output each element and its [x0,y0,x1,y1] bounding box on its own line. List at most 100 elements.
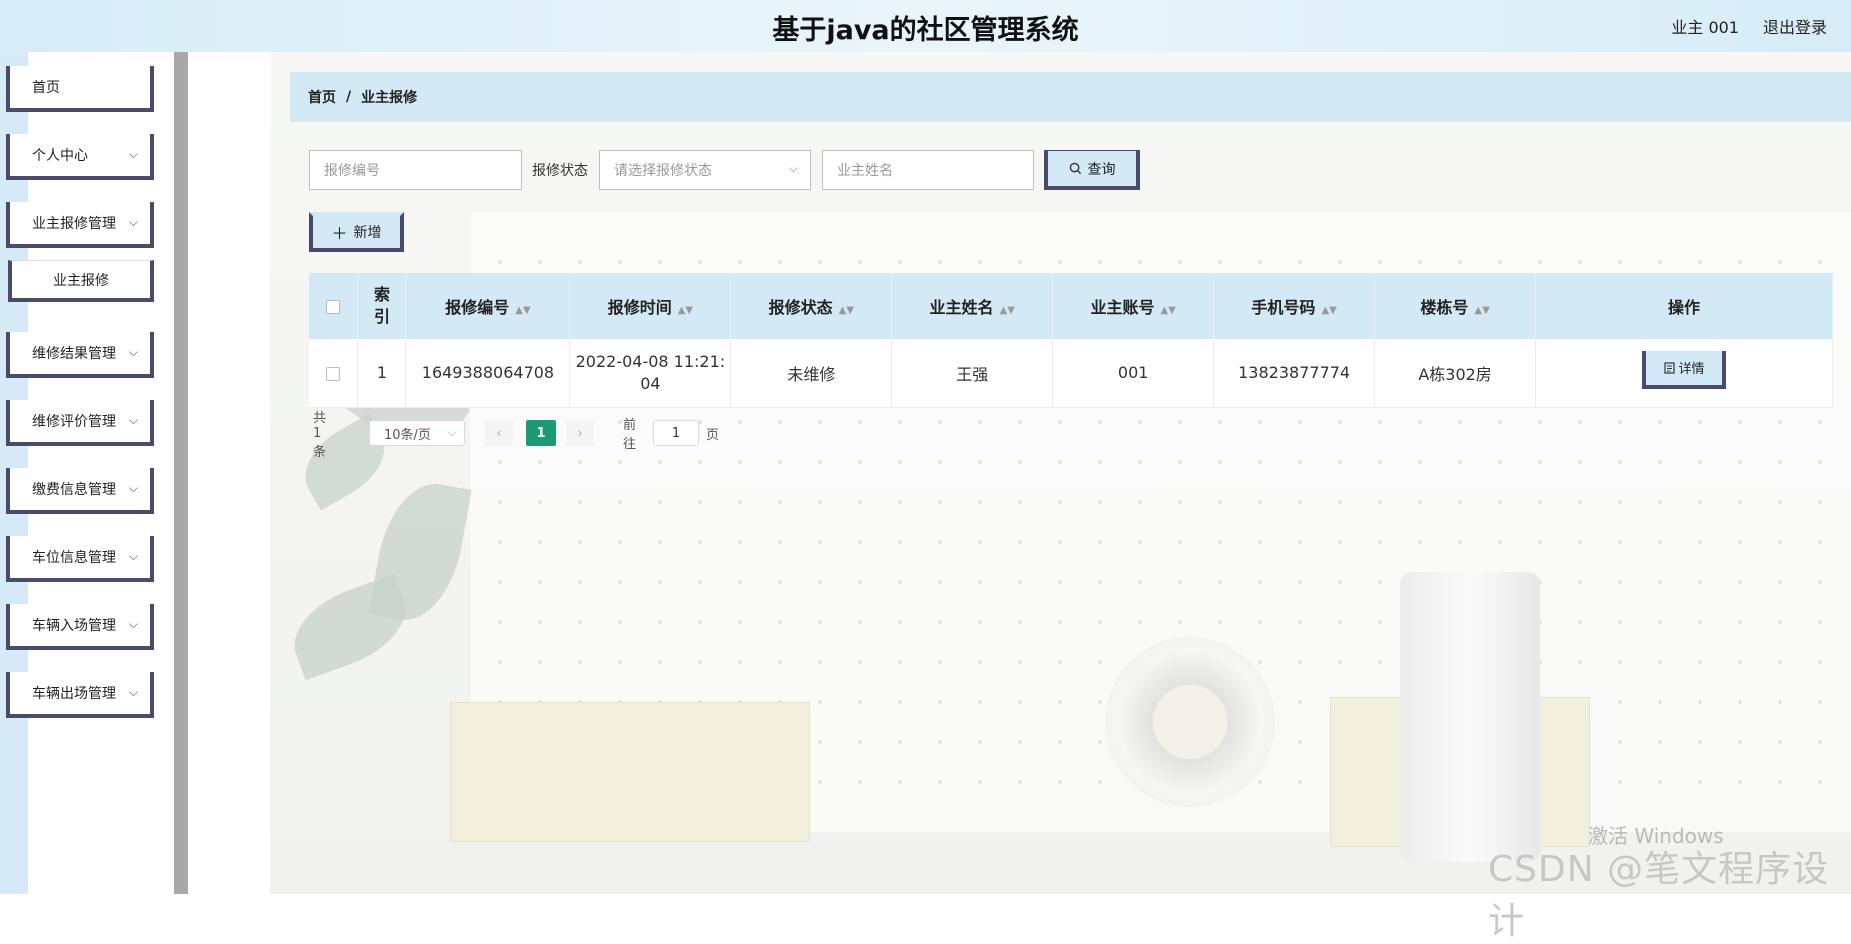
owner-name-placeholder: 业主姓名 [837,163,893,179]
cell-repair-time: 2022-04-08 11:21: 04 [569,339,732,408]
plant-leaf-decoration [281,573,419,681]
sidebar-item-owner-repair-management[interactable]: 业主报修管理 ⌵ [6,202,154,248]
chevron-down-icon: ⌵ [788,161,798,175]
sidebar-item-vehicle-entry-management[interactable]: 车辆入场管理 ⌵ [6,604,154,650]
status-placeholder: 请选择报修状态 [614,163,712,179]
search-icon [1069,162,1081,175]
next-page-button[interactable]: › [566,420,594,446]
sidebar-item-label: 车辆入场管理 [32,618,116,634]
sort-icon[interactable]: ▲▼ [1474,305,1489,316]
cylinder-decoration [1400,572,1540,862]
status-label: 报修状态 [532,163,588,179]
chevron-down-icon: ⌵ [128,549,138,563]
select-all-checkbox[interactable] [326,300,341,314]
page-size-select[interactable]: 10条/页 ⌵ [369,420,465,446]
sidebar-item-label: 维修结果管理 [32,346,116,362]
sidebar-item-repair-review-management[interactable]: 维修评价管理 ⌵ [6,400,154,446]
current-user: 业主 001 [1671,18,1739,37]
chevron-down-icon: ⌵ [128,617,138,631]
breadcrumb-home[interactable]: 首页 [308,87,336,107]
chevron-down-icon: ⌵ [128,413,138,427]
header-label: 操作 [1668,298,1701,317]
sort-icon[interactable]: ▲▼ [1321,305,1336,316]
sidebar-item-label: 首页 [32,80,60,96]
sidebar-item-personal-center[interactable]: 个人中心 ⌵ [6,134,154,180]
header-status[interactable]: 报修状态 ▲▼ [730,273,893,339]
cell-building: A栋302房 [1374,339,1537,408]
row-select-cell [309,339,359,408]
add-label: 新增 [353,225,382,241]
cell-owner-name: 王强 [891,339,1054,408]
sort-icon[interactable]: ▲▼ [678,305,693,316]
sort-icon[interactable]: ▲▼ [1160,305,1175,316]
repair-table: 索引 报修编号 ▲▼ 报修时间 ▲▼ 报修状态 ▲▼ 业主姓名 ▲▼ 业主账号 ▲▼ 手机… [309,273,1833,408]
sort-icon[interactable]: ▲▼ [839,305,854,316]
chevron-down-icon: ⌵ [128,685,138,699]
cell-phone: 13823877774 [1213,339,1376,408]
submenu-item-owner-repair[interactable]: 业主报修 [8,260,154,302]
sidebar-item-home[interactable]: 首页 [6,66,154,112]
query-button[interactable]: 查询 [1044,150,1140,190]
sidebar-item-label: 个人中心 [32,148,88,164]
repair-no-placeholder: 报修编号 [324,163,380,179]
sidebar-scrollbar[interactable] [174,52,188,894]
page-number-current[interactable]: 1 [526,420,556,446]
prev-page-button[interactable]: ‹ [485,420,513,446]
chevron-down-icon: ⌵ [128,481,138,495]
header-label: 报修编号 [445,298,510,317]
row-checkbox[interactable] [326,366,341,381]
header-actions: 操作 [1535,273,1833,339]
detail-button[interactable]: 详情 [1642,350,1727,389]
header-label: 报修状态 [768,298,833,317]
header-repair-time[interactable]: 报修时间 ▲▼ [569,273,732,339]
header-label: 业主姓名 [929,298,994,317]
header-label: 索引 [373,285,390,326]
header-label: 手机号码 [1251,298,1316,317]
top-bar: 基于java的社区管理系统 业主 001 退出登录 [0,0,1851,52]
header-label: 业主账号 [1090,298,1155,317]
chevron-down-icon: ⌵ [447,426,456,439]
sort-icon[interactable]: ▲▼ [1000,305,1015,316]
header-repair-no[interactable]: 报修编号 ▲▼ [405,273,571,339]
csdn-watermark: CSDN @笔文程序设计 [1488,849,1830,942]
sidebar-gap [188,52,270,894]
select-all-cell [309,273,359,339]
repair-time-line1: 2022-04-08 11:21: [575,351,726,371]
sidebar-item-repair-result-management[interactable]: 维修结果管理 ⌵ [6,332,154,378]
header-owner-name[interactable]: 业主姓名 ▲▼ [891,273,1054,339]
chevron-left-icon: ‹ [496,425,502,441]
header-owner-account[interactable]: 业主账号 ▲▼ [1052,273,1215,339]
table-header-row: 索引 报修编号 ▲▼ 报修时间 ▲▼ 报修状态 ▲▼ 业主姓名 ▲▼ 业主账号 ▲▼ 手机… [309,273,1833,339]
page-suffix: 页 [706,427,720,443]
goto-page-input[interactable]: 1 [653,420,699,446]
breadcrumb-separator: / [346,89,352,105]
cell-status: 未维修 [730,339,893,408]
owner-name-input[interactable]: 业主姓名 [822,150,1034,190]
sort-icon[interactable]: ▲▼ [515,305,530,316]
sidebar-item-label: 维修评价管理 [32,414,116,430]
box-decoration [450,702,810,842]
sidebar-item-parking-space-management[interactable]: 车位信息管理 ⌵ [6,536,154,582]
status-select[interactable]: 请选择报修状态 ⌵ [599,150,811,190]
table-row: 1 1649388064708 2022-04-08 11:21: 04 未维修… [309,339,1833,408]
sidebar-item-label: 车辆出场管理 [32,686,116,702]
submenu-item-label: 业主报修 [53,272,109,289]
repair-time-line2: 04 [640,373,661,393]
sidebar-item-label: 缴费信息管理 [32,482,116,498]
header-phone[interactable]: 手机号码 ▲▼ [1213,273,1376,339]
page-size-value: 10条/页 [384,427,431,443]
chevron-right-icon: › [577,425,583,441]
sidebar-item-label: 车位信息管理 [32,550,116,566]
plus-icon: ＋ [331,224,348,243]
repair-no-input[interactable]: 报修编号 [309,150,522,190]
sidebar-item-payment-management[interactable]: 缴费信息管理 ⌵ [6,468,154,514]
cell-owner-account: 001 [1052,339,1215,408]
add-button[interactable]: ＋ 新增 [309,212,404,252]
query-label: 查询 [1087,161,1116,178]
sidebar-item-vehicle-exit-management[interactable]: 车辆出场管理 ⌵ [6,672,154,718]
header-building[interactable]: 楼栋号 ▲▼ [1374,273,1537,339]
document-icon [1663,362,1675,374]
header-label: 报修时间 [607,298,672,317]
logout-link[interactable]: 退出登录 [1763,14,1827,38]
cell-index: 1 [357,339,407,408]
